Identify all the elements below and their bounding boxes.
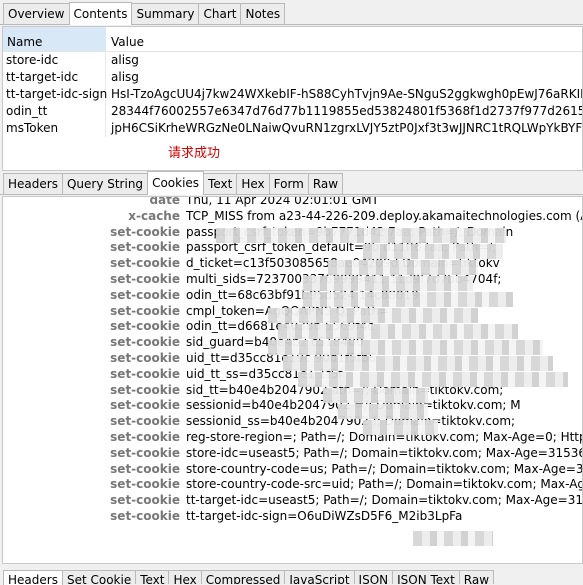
row-name: store-idc — [3, 52, 106, 69]
grid-row[interactable]: odin_tt 28344f76002557e6347d76d77b1119855… — [3, 103, 582, 120]
redaction-blur — [363, 244, 503, 259]
redaction-blur — [268, 340, 543, 355]
row-value: HsI-TzoAgcUU4j7kw24WXkebIF-hS88CyhTvjn9A… — [111, 87, 582, 101]
header-row[interactable]: set-cookie store-country-code-src=uid; Pa… — [3, 477, 582, 493]
tab-contents[interactable]: Contents — [68, 2, 133, 25]
redaction-blur — [338, 404, 428, 419]
tab-response-text[interactable]: Text — [135, 570, 170, 584]
row-value: jpH6CSiKrheWRGzNe0LNaiwQvuRN1zgrxLVJY5zt… — [111, 121, 582, 135]
header-value: tt-target-idc=useast5; Path=/; Domain=ti… — [186, 493, 582, 508]
tab-chart[interactable]: Chart — [198, 3, 242, 24]
redaction-blur — [303, 292, 513, 307]
tab-query-string[interactable]: Query String — [61, 173, 149, 194]
grid-row[interactable]: tt-target-idc-sign HsI-TzoAgcUU4j7kw24WXk… — [3, 86, 582, 103]
header-key: set-cookie — [110, 319, 180, 334]
redaction-blur — [283, 356, 553, 371]
header-key: set-cookie — [110, 493, 180, 508]
header-key: set-cookie — [110, 271, 180, 286]
header-key: x-cache — [128, 208, 180, 223]
response-tab-bar: Headers Set Cookie Text Hex Compressed J… — [0, 562, 583, 585]
header-key: set-cookie — [110, 508, 180, 523]
tab-summary[interactable]: Summary — [131, 3, 200, 24]
column-header-name[interactable]: Name — [3, 27, 106, 51]
header-key: set-cookie — [110, 414, 180, 429]
header-row[interactable]: set-cookie reg-store-region=; Path=/; Dom… — [3, 430, 582, 446]
header-row[interactable]: set-cookie store-idc=useast5; Path=/; Dom… — [3, 446, 582, 462]
header-key: date — [149, 196, 180, 207]
tab-raw[interactable]: Raw — [307, 173, 344, 194]
tab-json[interactable]: JSON — [353, 570, 394, 584]
header-key: set-cookie — [110, 461, 180, 476]
header-key: set-cookie — [110, 303, 180, 318]
header-row[interactable]: date Thu, 11 Apr 2024 02:01:01 GMT — [3, 196, 582, 209]
header-value: store-country-code-src=uid; Path=/; Doma… — [186, 477, 582, 492]
tab-form[interactable]: Form — [268, 173, 309, 194]
redaction-blur — [328, 260, 478, 275]
header-key: set-cookie — [110, 366, 180, 381]
header-row[interactable]: set-cookie sessionid_ss=b40e4b2047902 f; … — [3, 414, 582, 430]
header-value: store-country-code=us; Path=/; Domain=ti… — [186, 461, 582, 476]
header-key: set-cookie — [110, 240, 180, 255]
row-name: tt-target-idc — [3, 69, 106, 86]
header-key: set-cookie — [110, 398, 180, 413]
row-value: 28344f76002557e6347d76d77b1119855ed53824… — [111, 104, 582, 118]
response-grid-panel: Name Value store-idc alisg tt-target-idc a… — [2, 26, 583, 171]
redaction-blur — [216, 228, 506, 243]
header-row[interactable]: set-cookie tt-target-idc=useast5; Path=/;… — [3, 493, 582, 509]
grid-row[interactable]: store-idc alisg — [3, 52, 582, 69]
tab-json-text[interactable]: JSON Text — [392, 570, 460, 584]
row-value: alisg — [111, 70, 139, 84]
tab-text[interactable]: Text — [203, 173, 238, 194]
row-name: tt-target-idc-sign — [3, 86, 107, 103]
grid-header: Name Value — [3, 27, 582, 52]
tab-cookies[interactable]: Cookies — [147, 171, 205, 195]
tab-javascript[interactable]: JavaScript — [284, 570, 355, 584]
tab-overview[interactable]: Overview — [3, 3, 70, 24]
header-key: set-cookie — [110, 256, 180, 271]
tab-response-hex[interactable]: Hex — [168, 570, 202, 584]
redaction-blur — [363, 420, 438, 435]
top-tab-bar: Overview Contents Summary Chart Notes — [0, 2, 583, 25]
grid-row[interactable]: tt-target-idc alisg — [3, 69, 582, 86]
column-header-value[interactable]: Value — [106, 27, 582, 51]
header-key: set-cookie — [110, 350, 180, 365]
header-key: set-cookie — [110, 445, 180, 460]
header-key: set-cookie — [110, 382, 180, 397]
header-key: set-cookie — [110, 477, 180, 492]
tab-hex[interactable]: Hex — [236, 173, 270, 194]
header-row[interactable]: x-cache TCP_MISS from a23-44-226-209.depl… — [3, 209, 582, 225]
header-key: set-cookie — [110, 224, 180, 239]
redaction-blur — [298, 372, 568, 387]
header-value: TCP_MISS from a23-44-226-209.deploy.akam… — [186, 208, 582, 223]
tab-set-cookie[interactable]: Set Cookie — [61, 570, 137, 584]
header-value: tt-target-idc-sign=O6uDiWZsD5F6_M2ib3LpF… — [186, 508, 463, 523]
header-value: store-idc=useast5; Path=/; Domain=tiktok… — [186, 445, 582, 460]
status-message: 请求成功 — [168, 146, 221, 161]
redaction-blur — [323, 388, 428, 403]
header-row[interactable]: set-cookiesessionid=b40e4b2047902 =/; Do… — [3, 398, 582, 414]
header-row[interactable]: set-cookie store-country-code=us; Path=/;… — [3, 462, 582, 478]
row-value: alisg — [111, 53, 139, 67]
redaction-blur — [413, 531, 493, 546]
redaction-blur — [278, 324, 518, 339]
header-key: set-cookie — [110, 429, 180, 444]
tab-compressed[interactable]: Compressed — [200, 570, 286, 584]
header-key: set-cookie — [110, 335, 180, 350]
response-headers-panel[interactable]: date Thu, 11 Apr 2024 02:01:01 GMT x-cache… — [2, 196, 583, 564]
grid-row[interactable]: msToken jpH6CSiKrheWRGzNe0LNaiwQvuRN1zgrx… — [3, 120, 582, 137]
redaction-blur — [303, 276, 473, 291]
tab-response-headers[interactable]: Headers — [3, 570, 63, 585]
header-row[interactable]: set-cookie tt-target-idc-sign=O6uDiWZsD5F… — [3, 509, 582, 525]
header-value: Thu, 11 Apr 2024 02:01:01 GMT — [186, 196, 379, 207]
tab-notes[interactable]: Notes — [240, 3, 286, 24]
header-row[interactable]: set-cookiemulti_sids=72370033769999411 1… — [3, 272, 582, 288]
header-key: set-cookie — [110, 287, 180, 302]
row-name: odin_tt — [3, 103, 106, 120]
tab-response-raw[interactable]: Raw — [458, 570, 495, 584]
tab-headers[interactable]: Headers — [3, 173, 63, 194]
redaction-blur — [268, 308, 478, 323]
request-tab-bar: Headers Query String Cookies Text Hex Fo… — [0, 171, 583, 195]
row-name: msToken — [3, 120, 106, 137]
